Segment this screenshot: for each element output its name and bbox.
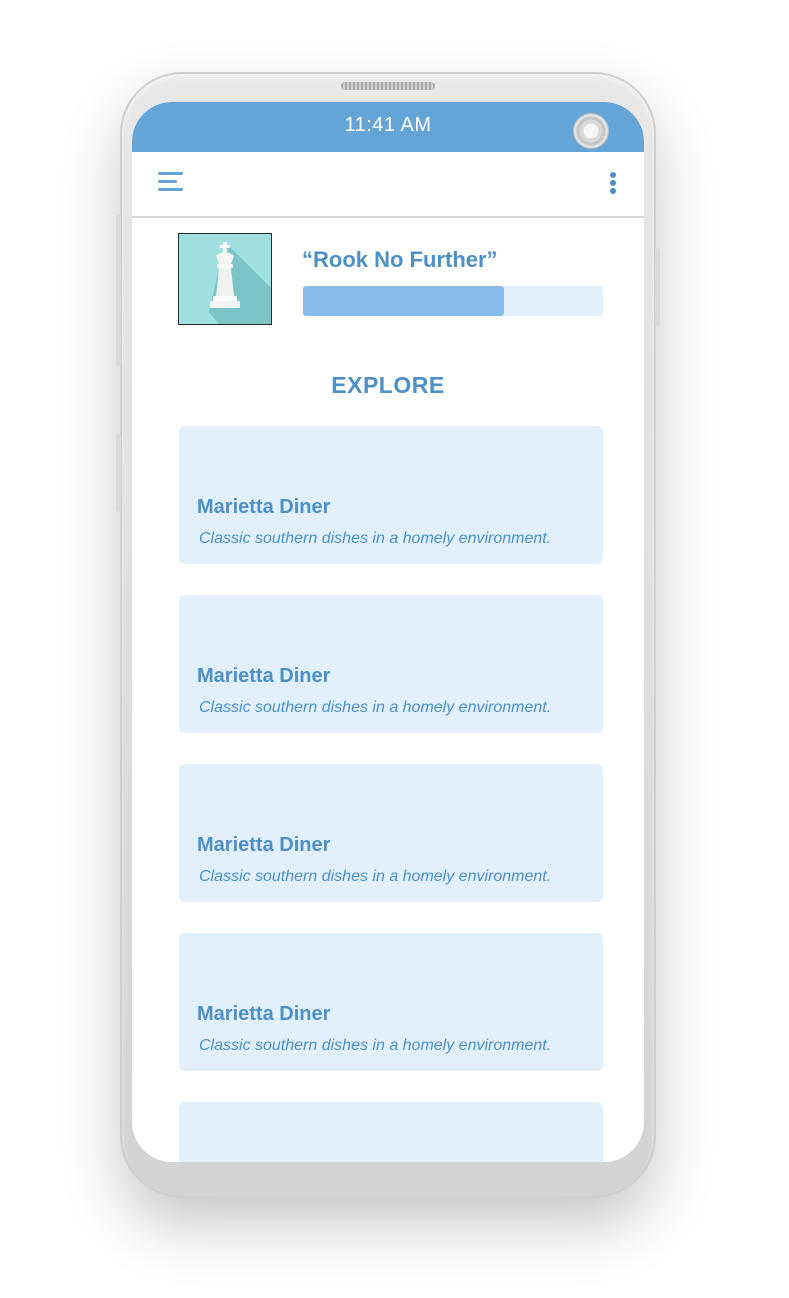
status-bar: 11:41 AM bbox=[132, 102, 644, 152]
explore-card[interactable]: Marietta Diner Classic southern dishes i… bbox=[179, 595, 603, 733]
card-title: Marietta Diner bbox=[197, 665, 331, 687]
volume-button bbox=[116, 214, 121, 366]
phone-screen: 11:41 AM “Rook No Further” EXPLORE Marie… bbox=[132, 102, 644, 1162]
power-button bbox=[655, 248, 660, 326]
explore-list: Marietta Diner Classic southern dishes i… bbox=[179, 426, 603, 1162]
card-description: Classic southern dishes in a homely envi… bbox=[199, 699, 552, 716]
game-title: “Rook No Further” bbox=[302, 247, 498, 272]
explore-card[interactable]: Marietta Diner Classic southern dishes i… bbox=[179, 426, 603, 564]
front-camera-icon bbox=[574, 114, 608, 148]
more-vertical-icon[interactable] bbox=[606, 170, 620, 198]
card-title: Marietta Diner bbox=[197, 834, 331, 856]
explore-card[interactable] bbox=[179, 1102, 603, 1162]
phone-frame: 11:41 AM “Rook No Further” EXPLORE Marie… bbox=[116, 72, 660, 1198]
progress-bar-fill bbox=[303, 286, 504, 316]
card-title: Marietta Diner bbox=[197, 496, 331, 518]
card-description: Classic southern dishes in a homely envi… bbox=[199, 868, 552, 885]
chess-king-piece-icon bbox=[179, 234, 271, 324]
speaker-grille bbox=[341, 82, 435, 90]
card-title: Marietta Diner bbox=[197, 1003, 331, 1025]
progress-bar bbox=[303, 286, 603, 316]
hamburger-menu-icon[interactable] bbox=[158, 170, 186, 194]
card-description: Classic southern dishes in a homely envi… bbox=[199, 530, 552, 547]
app-bar bbox=[132, 152, 644, 218]
side-button bbox=[116, 434, 121, 512]
game-thumbnail[interactable] bbox=[178, 233, 272, 325]
card-description: Classic southern dishes in a homely envi… bbox=[199, 1037, 552, 1054]
explore-card[interactable]: Marietta Diner Classic southern dishes i… bbox=[179, 933, 603, 1071]
stage: 11:41 AM “Rook No Further” EXPLORE Marie… bbox=[0, 0, 789, 1298]
section-heading: EXPLORE bbox=[331, 372, 445, 398]
status-time: 11:41 AM bbox=[344, 114, 432, 136]
explore-card[interactable]: Marietta Diner Classic southern dishes i… bbox=[179, 764, 603, 902]
